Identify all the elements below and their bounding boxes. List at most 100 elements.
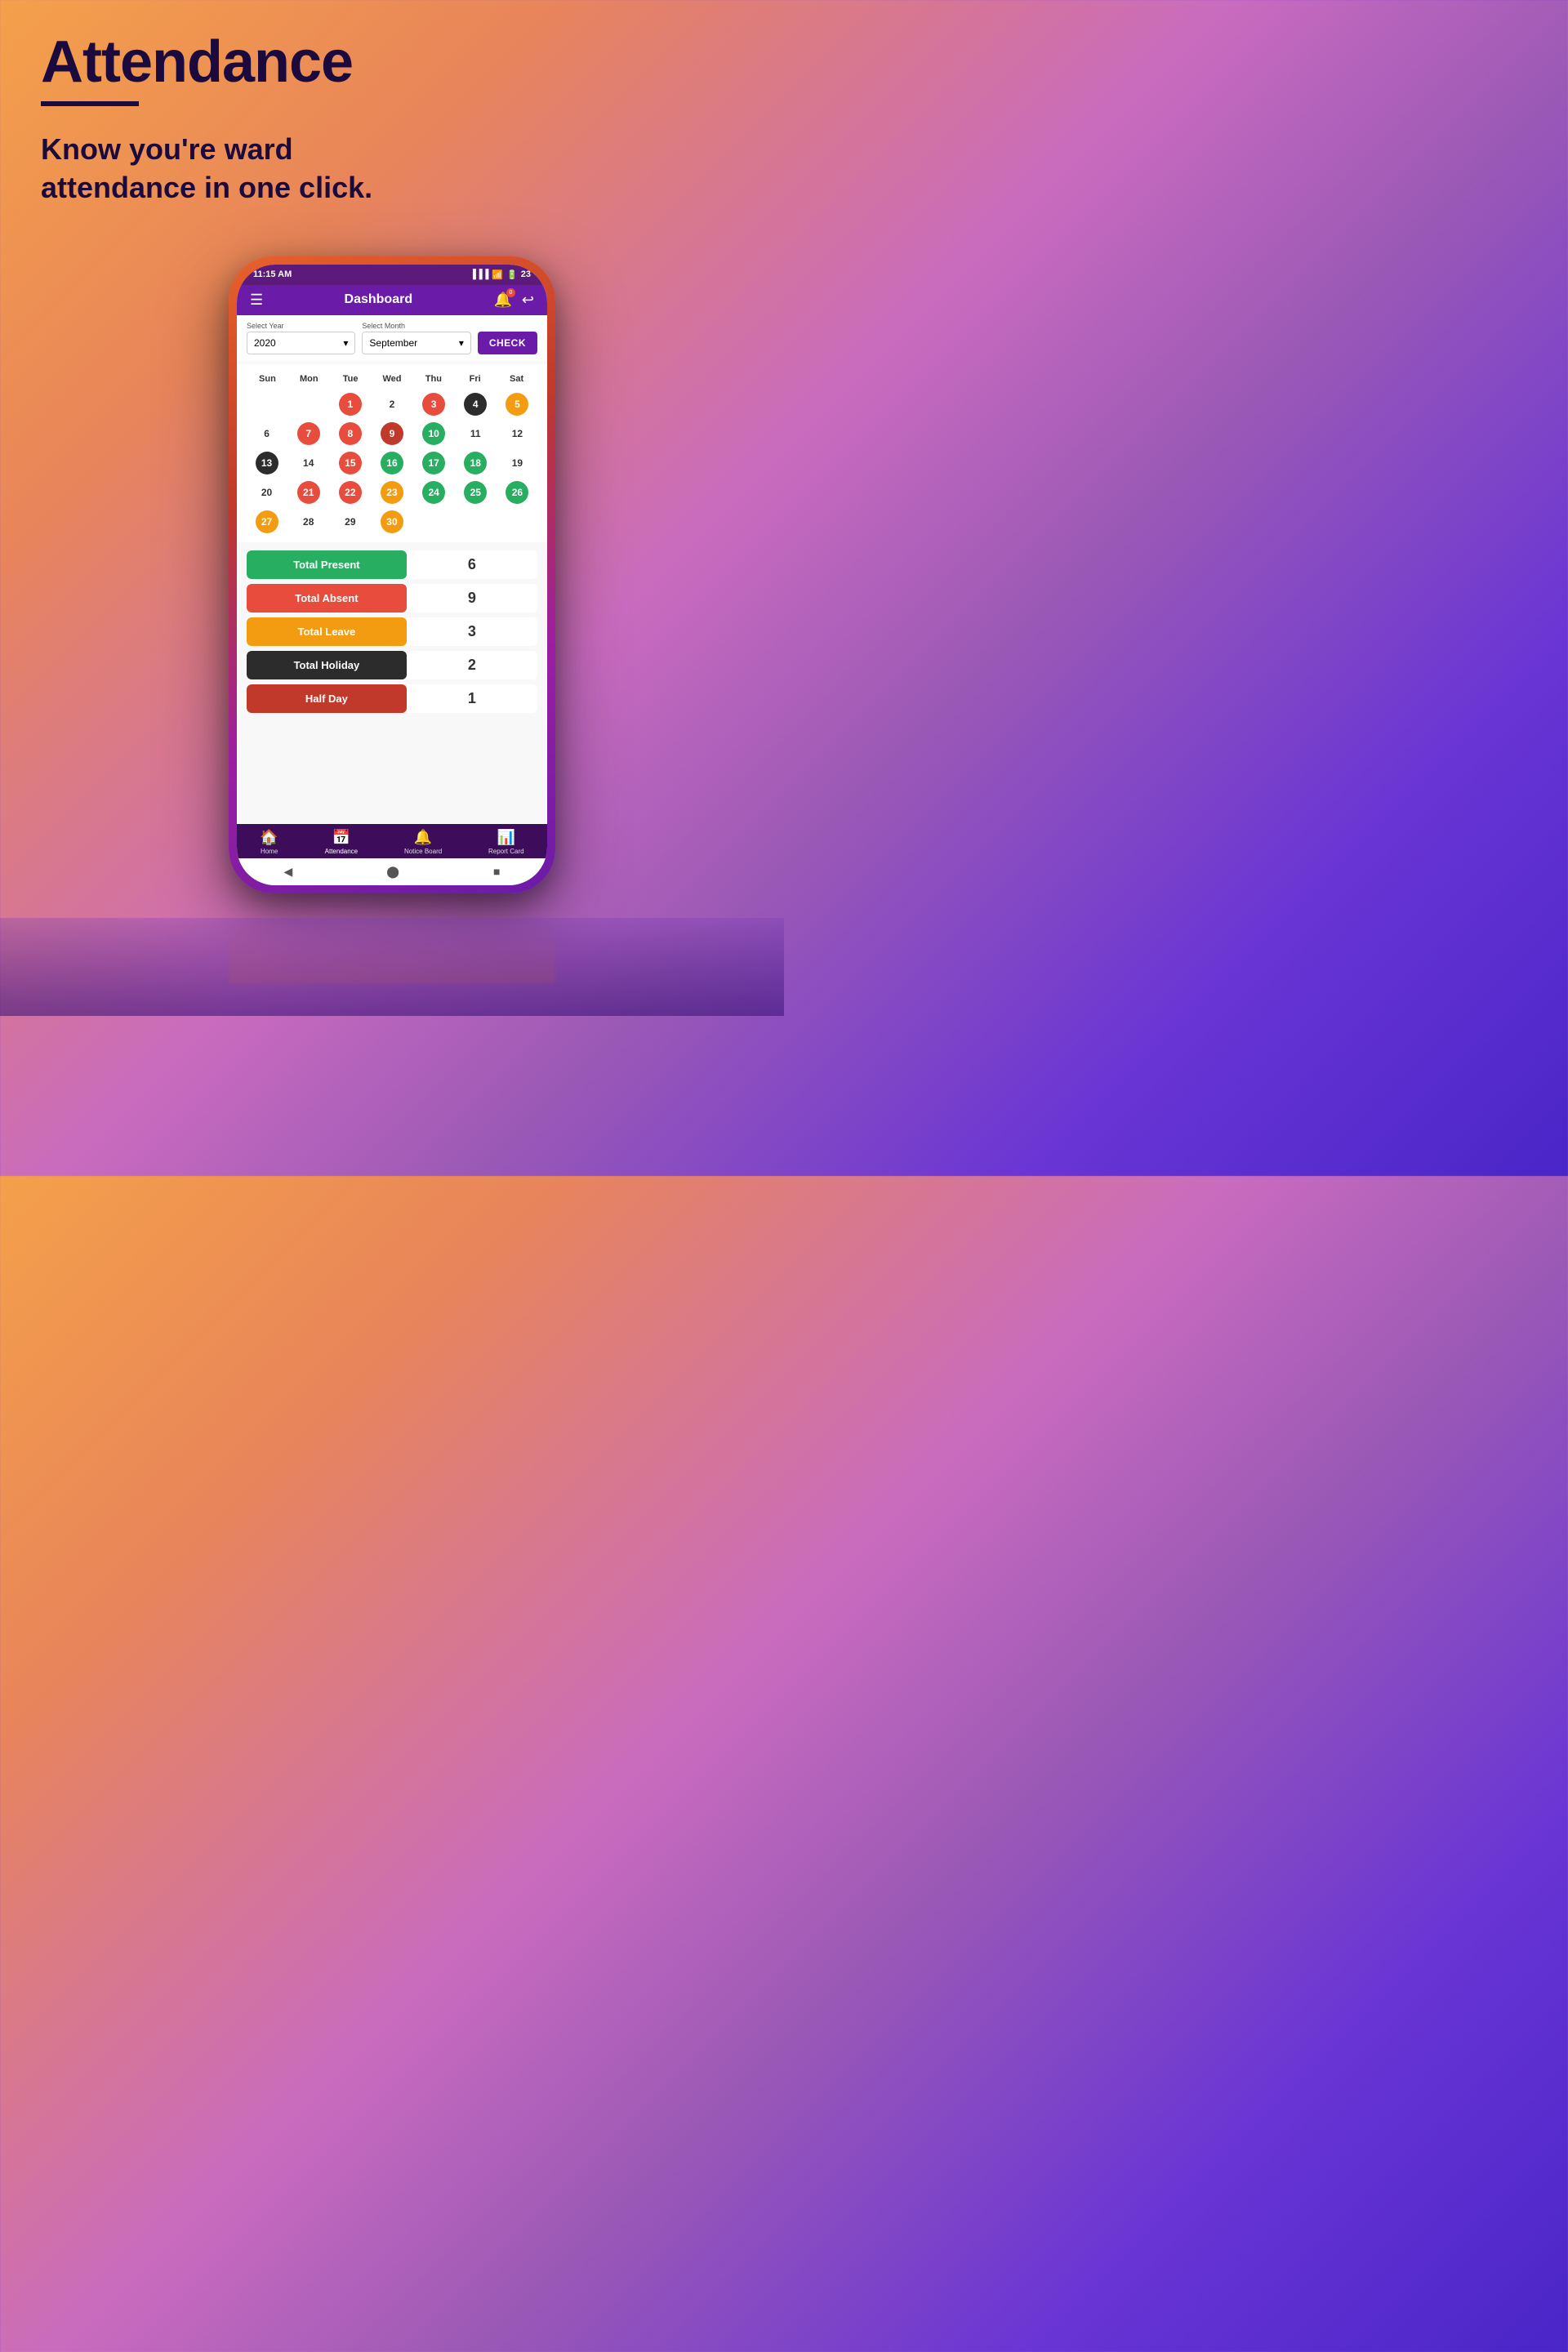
stat-value: 9 bbox=[407, 590, 537, 607]
calendar-day[interactable]: 29 bbox=[330, 508, 370, 536]
calendar-day[interactable]: 20 bbox=[247, 479, 287, 506]
calendar-day[interactable] bbox=[456, 508, 496, 536]
check-button[interactable]: CHECK bbox=[478, 332, 537, 354]
calendar-day[interactable]: 17 bbox=[414, 449, 454, 477]
day-sat: Sat bbox=[496, 371, 537, 387]
calendar-day[interactable]: 21 bbox=[288, 479, 328, 506]
bottom-nav-icon: 🏠 bbox=[260, 829, 278, 846]
calendar-day[interactable]: 7 bbox=[288, 420, 328, 448]
month-filter-group: Select Month September ▾ bbox=[362, 322, 470, 354]
phone-outer: 11:15 AM ▐▐▐ 📶 🔋 23 ☰ Dashboard 🔔 bbox=[229, 256, 555, 893]
calendar-day[interactable]: 19 bbox=[497, 449, 537, 477]
stat-label[interactable]: Total Absent bbox=[247, 584, 407, 612]
calendar-day[interactable]: 25 bbox=[456, 479, 496, 506]
bottom-nav: 🏠 Home 📅Attendance 🔔Notice Board 📊 Report Car… bbox=[237, 824, 547, 858]
calendar-day[interactable]: 4 bbox=[456, 390, 496, 418]
calendar-day[interactable]: 11 bbox=[456, 420, 496, 448]
day-thu: Thu bbox=[412, 371, 454, 387]
main-content[interactable]: Select Year 2020 ▾ Select Month Septembe… bbox=[237, 315, 547, 824]
bottom-nav-icon: 📊 bbox=[497, 829, 515, 846]
title-underline bbox=[41, 101, 139, 106]
stat-row: Total Leave3 bbox=[247, 617, 537, 646]
calendar-day[interactable]: 23 bbox=[372, 479, 412, 506]
year-select[interactable]: 2020 ▾ bbox=[247, 332, 355, 354]
home-button[interactable]: ⬤ bbox=[386, 865, 399, 879]
stat-value: 2 bbox=[407, 657, 537, 674]
stat-label[interactable]: Half Day bbox=[247, 684, 407, 713]
status-time: 11:15 AM bbox=[253, 270, 292, 279]
bottom-nav-item[interactable]: 🏠 Home bbox=[260, 829, 278, 855]
stat-row: Total Present6 bbox=[247, 550, 537, 579]
year-filter-group: Select Year 2020 ▾ bbox=[247, 322, 355, 354]
logout-icon[interactable]: ↩ bbox=[522, 292, 534, 309]
bottom-nav-item[interactable]: 📅Attendance bbox=[325, 829, 358, 855]
stat-value: 1 bbox=[407, 690, 537, 707]
day-tue: Tue bbox=[330, 371, 372, 387]
year-value: 2020 bbox=[254, 337, 276, 349]
calendar-day[interactable] bbox=[497, 508, 537, 536]
day-wed: Wed bbox=[372, 371, 413, 387]
reflection-area bbox=[0, 918, 784, 1016]
stats-section: Total Present6Total Absent9Total Leave3T… bbox=[237, 542, 547, 726]
month-select[interactable]: September ▾ bbox=[362, 332, 470, 354]
calendar-day[interactable]: 18 bbox=[456, 449, 496, 477]
calendar-day[interactable]: 15 bbox=[330, 449, 370, 477]
calendar-day[interactable]: 16 bbox=[372, 449, 412, 477]
bottom-nav-label: Home bbox=[261, 848, 278, 855]
bottom-nav-icon: 📅 bbox=[332, 829, 350, 846]
calendar-day[interactable] bbox=[288, 390, 328, 418]
signal-icon: ▐▐▐ bbox=[470, 270, 488, 279]
month-value: September bbox=[369, 337, 417, 349]
calendar-header: Sun Mon Tue Wed Thu Fri Sat bbox=[247, 371, 537, 387]
phone-container: 11:15 AM ▐▐▐ 📶 🔋 23 ☰ Dashboard 🔔 bbox=[0, 256, 784, 893]
calendar-day[interactable]: 1 bbox=[330, 390, 370, 418]
nav-bar: ☰ Dashboard 🔔 0 ↩ bbox=[237, 285, 547, 315]
battery-icon: 🔋 bbox=[506, 270, 518, 280]
reflection-phone bbox=[229, 918, 555, 983]
system-nav: ◀ ⬤ ■ bbox=[237, 858, 547, 885]
stat-value: 6 bbox=[407, 556, 537, 573]
day-sun: Sun bbox=[247, 371, 288, 387]
calendar-day[interactable]: 14 bbox=[288, 449, 328, 477]
calendar-day[interactable]: 12 bbox=[497, 420, 537, 448]
stat-row: Half Day1 bbox=[247, 684, 537, 713]
calendar-day[interactable]: 3 bbox=[414, 390, 454, 418]
page-title: Attendance bbox=[41, 33, 743, 91]
calendar-day[interactable]: 27 bbox=[247, 508, 287, 536]
year-label: Select Year bbox=[247, 322, 355, 330]
calendar-day[interactable]: 22 bbox=[330, 479, 370, 506]
calendar-day[interactable]: 24 bbox=[414, 479, 454, 506]
nav-title: Dashboard bbox=[345, 292, 413, 307]
hamburger-icon[interactable]: ☰ bbox=[250, 292, 263, 309]
header-section: Attendance Know you're ward attendance i… bbox=[0, 0, 784, 224]
calendar-day[interactable]: 9 bbox=[372, 420, 412, 448]
calendar: Sun Mon Tue Wed Thu Fri Sat 123456789101… bbox=[237, 364, 547, 542]
stat-label[interactable]: Total Leave bbox=[247, 617, 407, 646]
month-label: Select Month bbox=[362, 322, 470, 330]
calendar-day[interactable]: 26 bbox=[497, 479, 537, 506]
calendar-day[interactable]: 30 bbox=[372, 508, 412, 536]
bottom-nav-item[interactable]: 🔔Notice Board bbox=[404, 829, 442, 855]
stat-row: Total Holiday2 bbox=[247, 651, 537, 679]
notification-badge: 0 bbox=[506, 288, 515, 297]
calendar-day[interactable] bbox=[247, 390, 287, 418]
calendar-day[interactable]: 10 bbox=[414, 420, 454, 448]
calendar-day[interactable]: 6 bbox=[247, 420, 287, 448]
phone-inner: 11:15 AM ▐▐▐ 📶 🔋 23 ☰ Dashboard 🔔 bbox=[237, 265, 547, 885]
calendar-day[interactable]: 2 bbox=[372, 390, 412, 418]
bottom-nav-item[interactable]: 📊 Report Card bbox=[488, 829, 524, 855]
calendar-day[interactable]: 8 bbox=[330, 420, 370, 448]
calendar-day[interactable] bbox=[414, 508, 454, 536]
stat-label[interactable]: Total Holiday bbox=[247, 651, 407, 679]
recent-button[interactable]: ■ bbox=[493, 865, 500, 878]
wifi-icon: 📶 bbox=[492, 270, 503, 280]
calendar-day[interactable]: 28 bbox=[288, 508, 328, 536]
stat-label[interactable]: Total Present bbox=[247, 550, 407, 579]
notification-icon[interactable]: 🔔 0 bbox=[493, 292, 511, 309]
bottom-nav-label: Report Card bbox=[488, 848, 524, 855]
stat-value: 3 bbox=[407, 623, 537, 640]
calendar-day[interactable]: 13 bbox=[247, 449, 287, 477]
back-button[interactable]: ◀ bbox=[284, 865, 293, 879]
page-wrapper: Attendance Know you're ward attendance i… bbox=[0, 0, 784, 1176]
calendar-day[interactable]: 5 bbox=[497, 390, 537, 418]
